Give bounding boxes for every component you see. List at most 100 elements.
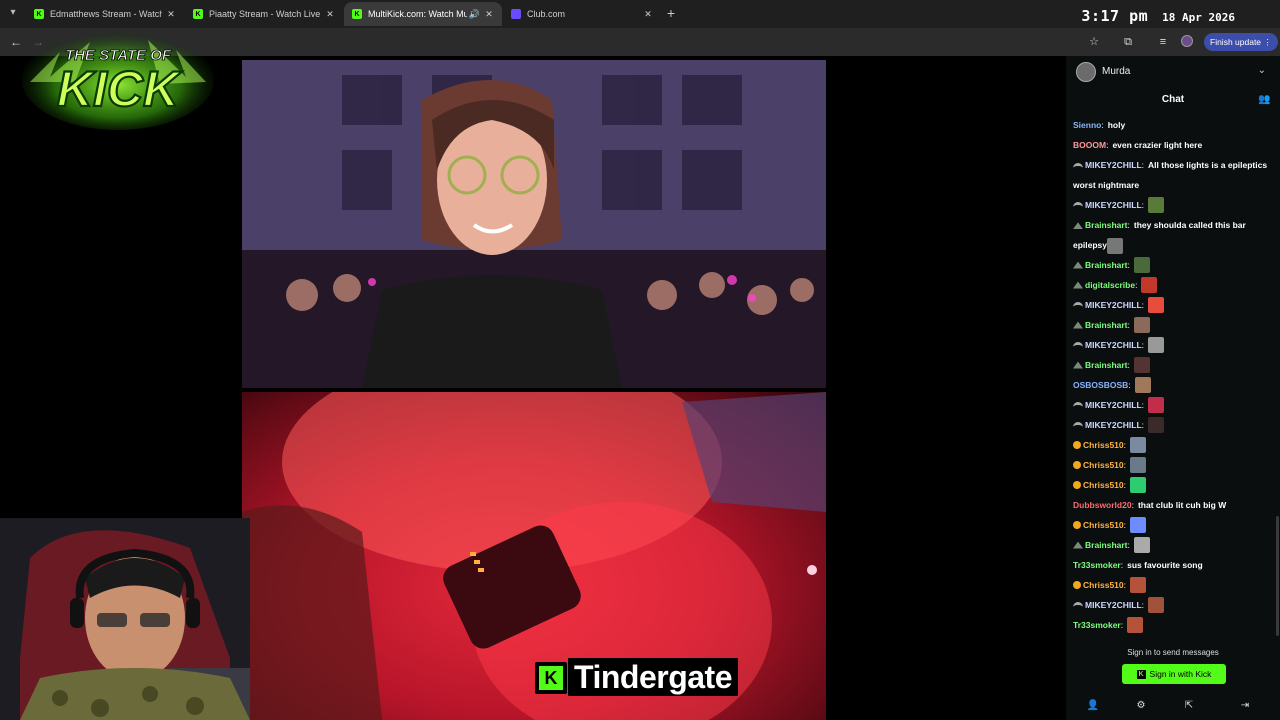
chat-scrollbar[interactable] — [1276, 516, 1279, 636]
chat-username[interactable]: Chriss510 — [1083, 515, 1124, 535]
chat-separator: : — [1127, 260, 1130, 270]
tab-search-icon[interactable]: ▾ — [6, 6, 20, 20]
emote-icon — [1148, 417, 1165, 433]
chat-username[interactable]: MIKEY2CHILL — [1085, 595, 1142, 615]
chat-username[interactable]: Sienno — [1073, 115, 1101, 135]
club-icon — [511, 9, 521, 19]
kick-icon: K — [1136, 669, 1146, 679]
sub-badge-icon — [1073, 361, 1083, 369]
chat-message: OSBOSBOSB: — [1073, 375, 1277, 395]
emote-icon — [1133, 257, 1150, 273]
clock-time: 3:17 pm — [1081, 7, 1149, 25]
chat-username[interactable]: MIKEY2CHILL — [1085, 335, 1142, 355]
tab-multikick[interactable]: K MultiKick.com: Watch Multi 🔊 ✕ — [344, 2, 502, 26]
stream-video-bottom[interactable] — [242, 392, 826, 720]
chat-username[interactable]: BOOOM — [1073, 135, 1106, 155]
chat-message: Tr33smoker: sus favourite song — [1073, 555, 1277, 575]
kick-icon: K — [352, 9, 362, 19]
chat-username[interactable]: Tr33smoker — [1073, 615, 1121, 635]
stream-video-top[interactable] — [242, 60, 826, 388]
chat-username[interactable]: Brainshart — [1085, 315, 1128, 335]
signin-with-kick-button[interactable]: K Sign in with Kick — [1122, 664, 1226, 684]
chat-username[interactable]: MIKEY2CHILL — [1085, 395, 1142, 415]
chat-text: holy — [1107, 120, 1126, 130]
reading-list-icon[interactable]: ≡ — [1156, 35, 1170, 49]
chat-username[interactable]: Chriss510 — [1083, 435, 1124, 455]
emote-icon — [1148, 337, 1165, 353]
coin-badge-icon — [1073, 581, 1081, 589]
chat-username[interactable]: Brainshart — [1085, 355, 1128, 375]
chat-separator: : — [1120, 620, 1124, 630]
chevron-down-icon[interactable]: ⌄ — [1258, 65, 1266, 76]
chat-username[interactable]: MIKEY2CHILL — [1085, 295, 1142, 315]
hat-badge-icon — [1073, 342, 1083, 348]
chat-username[interactable]: MIKEY2CHILL — [1085, 415, 1142, 435]
coin-badge-icon — [1073, 481, 1081, 489]
profile-avatar[interactable] — [1181, 35, 1193, 47]
close-icon[interactable]: ✕ — [484, 9, 494, 20]
chat-separator: : — [1127, 360, 1130, 370]
finish-update-button[interactable]: Finish update ⋮ — [1204, 33, 1278, 51]
chat-message: Chriss510: — [1073, 455, 1277, 475]
chat-separator: : — [1141, 300, 1145, 310]
chat-separator: : — [1141, 340, 1145, 350]
chat-username[interactable]: Brainshart — [1085, 220, 1128, 230]
chat-message: Tr33smoker: — [1073, 615, 1277, 635]
chat-username[interactable]: digitalscribe — [1085, 275, 1135, 295]
chat-username[interactable]: Brainshart — [1085, 255, 1128, 275]
chat-message: MIKEY2CHILL: All those lights is a epilep… — [1073, 155, 1277, 195]
video-frame-bottom — [242, 392, 826, 720]
chat-message: digitalscribe: — [1073, 275, 1277, 295]
chat-username[interactable]: Tr33smoker — [1073, 555, 1121, 575]
tab-club[interactable]: Club.com ✕ — [503, 2, 661, 26]
add-user-icon[interactable]: 👤 — [1086, 699, 1100, 713]
chat-username[interactable]: Dubbsworld20 — [1073, 495, 1132, 515]
close-icon[interactable]: ✕ — [643, 9, 653, 20]
chat-separator: : — [1141, 600, 1145, 610]
gear-icon[interactable]: ⚙ — [1134, 699, 1148, 713]
chat-username[interactable]: Chriss510 — [1083, 575, 1124, 595]
speaker-icon[interactable]: 🔊 — [469, 9, 480, 20]
kick-icon: K — [34, 9, 44, 19]
chat-username[interactable]: MIKEY2CHILL — [1085, 160, 1142, 170]
close-icon[interactable]: ✕ — [166, 9, 176, 20]
chat-username[interactable]: Brainshart — [1085, 535, 1128, 555]
chat-username[interactable]: OSBOSBOSB — [1073, 375, 1128, 395]
chat-username[interactable]: Chriss510 — [1083, 475, 1124, 495]
emote-icon — [1130, 477, 1147, 493]
popout-icon[interactable]: ⇱ — [1182, 699, 1196, 713]
bookmark-star-icon[interactable]: ☆ — [1087, 35, 1101, 49]
collapse-chat-icon[interactable]: ⇥ — [1238, 699, 1252, 713]
chat-panel: Murda ⌄ Chat 👥 Sienno: holy BOOOM: even cra… — [1066, 56, 1280, 720]
extensions-icon[interactable]: ⧉ — [1121, 35, 1135, 49]
chat-message: Chriss510: — [1073, 475, 1277, 495]
chat-separator: : — [1123, 580, 1127, 590]
chat-message: Sienno: holy — [1073, 115, 1277, 135]
new-tab-icon[interactable]: + — [664, 5, 678, 21]
chat-message: Chriss510: — [1073, 575, 1277, 595]
video-frame-top — [242, 60, 826, 388]
users-icon[interactable]: 👥 — [1258, 94, 1270, 106]
chat-message: Brainshart: — [1073, 535, 1277, 555]
chat-message: Chriss510: — [1073, 435, 1277, 455]
chat-username[interactable]: Chriss510 — [1083, 455, 1124, 475]
emote-icon — [1148, 197, 1165, 213]
chat-channel-selector[interactable]: Murda ⌄ — [1066, 56, 1280, 86]
chat-message: MIKEY2CHILL: — [1073, 195, 1277, 215]
chat-username[interactable]: MIKEY2CHILL — [1085, 195, 1142, 215]
chat-separator: : — [1123, 460, 1127, 470]
chat-messages: Sienno: holy BOOOM: even crazier light here… — [1073, 115, 1277, 635]
chat-message: Brainshart: they shoulda called this bar … — [1073, 215, 1277, 255]
video-caption: Tindergate — [568, 658, 738, 696]
chat-separator: : — [1131, 500, 1134, 510]
emote-icon — [1141, 277, 1158, 293]
emote-icon — [1133, 537, 1150, 553]
avatar — [1076, 62, 1096, 82]
close-icon[interactable]: ✕ — [325, 9, 335, 20]
chat-message: MIKEY2CHILL: — [1073, 595, 1277, 615]
tab-title: MultiKick.com: Watch Multi — [368, 9, 467, 19]
chat-text: even crazier light here — [1112, 140, 1203, 150]
emote-icon — [1107, 237, 1124, 254]
coin-badge-icon — [1073, 461, 1081, 469]
chat-text: that club lit cuh big W — [1137, 500, 1227, 510]
